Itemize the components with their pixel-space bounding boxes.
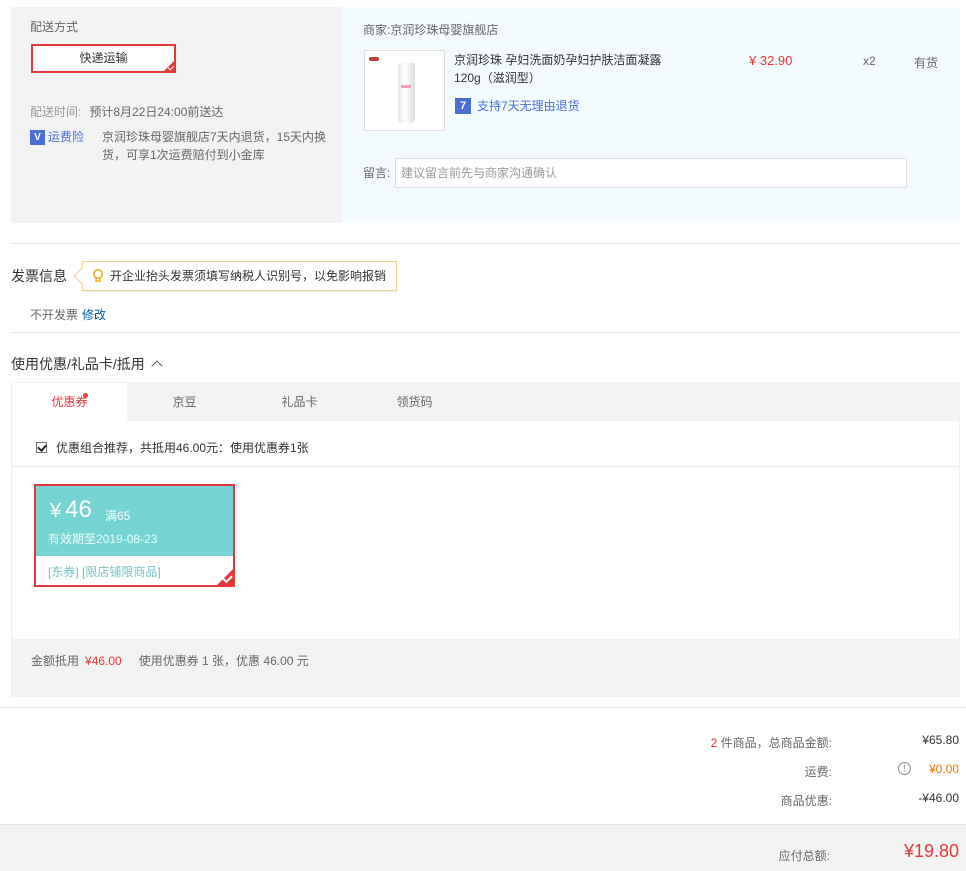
product-price: ¥ 32.90 — [749, 53, 793, 68]
freight-insurance: V 运费险 — [30, 128, 84, 146]
goods-total-label: 2 件商品，总商品金额: — [711, 734, 832, 751]
combo-checkbox[interactable] — [36, 442, 47, 453]
tab-label: 礼品卡 — [281, 395, 318, 409]
payable-bar: 应付总额: ¥19.80 — [0, 824, 966, 871]
selected-check-icon — [215, 567, 235, 587]
info-icon[interactable]: ! — [898, 762, 911, 775]
discount-label: 商品优惠: — [780, 794, 832, 808]
freight-insurance-link[interactable]: 运费险 — [48, 128, 84, 146]
tab-pickup-code[interactable]: 领货码 — [357, 383, 472, 421]
brand-logo-icon — [369, 57, 379, 61]
product-name[interactable]: 京润珍珠 孕妇洗面奶孕妇护肤洁面凝露120g（滋润型） — [454, 51, 669, 87]
invoice-title: 发票信息 — [11, 268, 67, 284]
stock-status: 有货 — [914, 56, 939, 70]
coupon-section-toggle[interactable]: 使用优惠/礼品卡/抵用 — [11, 354, 163, 374]
coupon-condition: 满65 — [105, 509, 131, 523]
discount-value: -¥46.00 — [918, 791, 959, 805]
invoice-tip-text: 开企业抬头发票须填写纳税人识别号，以免影响报销 — [110, 269, 387, 283]
coupon-tabs: 优惠券 京豆 礼品卡 领货码 — [12, 383, 959, 421]
payable-value: ¥19.80 — [903, 841, 959, 861]
remark-input[interactable] — [395, 158, 907, 188]
delivery-time-value: 预计8月22日24:00前送达 — [89, 105, 224, 119]
invoice-status-text: 不开发票 — [30, 308, 79, 322]
remark-label: 留言: — [363, 166, 391, 180]
coupon-footer-used: 使用优惠券 1 张，优惠 46.00 元 — [138, 654, 309, 668]
product-image[interactable] — [364, 50, 445, 131]
seven-day-return-text: 支持7天无理由退货 — [477, 99, 580, 113]
coupon-footer-text: 金额抵用 ¥46.00 使用优惠券 1 张，优惠 46.00 元 — [31, 652, 309, 669]
tab-label: 优惠券 — [51, 395, 88, 409]
combo-recommend: 优惠组合推荐，共抵用46.00元：使用优惠券1张 — [36, 439, 309, 456]
coupon-amount-value: 46 — [65, 496, 92, 523]
shipping-option-express[interactable]: 快递运输 — [31, 44, 176, 73]
chevron-up-icon — [151, 360, 163, 372]
delivery-time-label: 配送时间: — [30, 105, 82, 119]
coupon-panel: 优惠券 京豆 礼品卡 领货码 优惠组合推荐，共抵用46.00元：使用优惠券1张 … — [11, 382, 960, 697]
coupon-amount: ¥46 — [50, 496, 92, 525]
divider — [12, 466, 959, 467]
coupon-footer-amount: ¥46.00 — [85, 654, 122, 668]
invoice-edit-link[interactable]: 修改 — [82, 308, 106, 322]
goods-total-value: ¥65.80 — [922, 733, 959, 747]
merchant-name: 商家:京润珍珠母婴旗舰店 — [363, 21, 498, 38]
coupon-card[interactable]: ¥46 满65 有效期至2019-08-23 [东券] [限店铺限商品] — [34, 484, 235, 587]
invoice-tip: 开企业抬头发票须填写纳税人识别号，以免影响报销 — [82, 261, 398, 291]
invoice-status: 不开发票 修改 — [30, 306, 106, 323]
divider — [11, 332, 960, 333]
combo-text: 优惠组合推荐，共抵用46.00元：使用优惠券1张 — [56, 441, 309, 455]
tab-coupons[interactable]: 优惠券 — [12, 383, 127, 421]
coupon-expiry: 有效期至2019-08-23 — [48, 532, 158, 546]
goods-label-text: 件商品，总商品金额: — [717, 736, 832, 750]
freight-insurance-text: 京润珍珠母婴旗舰店7天内退货，15天内换货，可享1次运费赔付到小金库 — [102, 130, 327, 162]
divider — [0, 707, 966, 708]
coupon-footer: 金额抵用 ¥46.00 使用优惠券 1 张，优惠 46.00 元 — [12, 639, 959, 697]
merchant-label: 商家: — [363, 23, 391, 37]
merchant-value: 京润珍珠母婴旗舰店 — [390, 23, 499, 37]
tab-label: 京豆 — [172, 395, 197, 409]
seven-day-icon: 7 — [455, 97, 471, 114]
freight-label: 运费: — [804, 765, 832, 779]
coupon-card-header: ¥46 满65 有效期至2019-08-23 — [36, 486, 233, 556]
coupon-currency: ¥ — [50, 500, 62, 522]
coupon-section-title: 使用优惠/礼品卡/抵用 — [11, 356, 145, 372]
shipping-panel: 配送方式 快递运输 配送时间: 预计8月22日24:00前送达 V 运费险 京润珍… — [11, 7, 343, 223]
seven-day-return[interactable]: 7 支持7天无理由退货 — [455, 97, 580, 114]
shipping-option-label: 快递运输 — [79, 51, 128, 65]
shipping-section: 配送方式 快递运输 配送时间: 预计8月22日24:00前送达 V 运费险 京润珍… — [11, 7, 960, 223]
shield-v-icon: V — [30, 130, 45, 145]
product-quantity: x2 — [863, 54, 876, 68]
freight-value: ¥0.00 — [928, 762, 959, 776]
tab-label: 领货码 — [396, 395, 433, 409]
payable-label: 应付总额: — [778, 849, 830, 863]
new-dot-icon — [83, 393, 88, 398]
tab-gift-card[interactable]: 礼品卡 — [242, 383, 357, 421]
delivery-time: 配送时间: 预计8月22日24:00前送达 — [30, 103, 223, 120]
coupon-footer-label: 金额抵用 — [31, 654, 80, 668]
lightbulb-icon — [93, 269, 103, 282]
divider — [11, 243, 960, 244]
tab-jingdou[interactable]: 京豆 — [127, 383, 242, 421]
coupon-tags: [东券] [限店铺限商品] — [48, 565, 161, 579]
shipping-title: 配送方式 — [30, 20, 79, 34]
merchant-panel: 商家:京润珍珠母婴旗舰店 京润珍珠 孕妇洗面奶孕妇护肤洁面凝露120g（滋润型）… — [343, 7, 960, 223]
selected-check-icon — [162, 59, 176, 73]
product-tube-icon — [398, 63, 415, 123]
